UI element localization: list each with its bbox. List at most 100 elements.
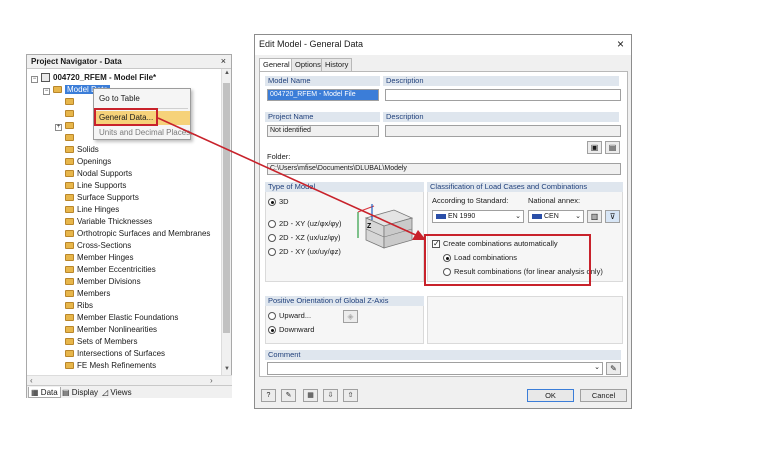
tree-item-hidden[interactable] <box>65 108 77 120</box>
model-name-input[interactable]: 004720_RFEM - Model File <box>267 89 379 101</box>
folder-icon <box>65 362 74 369</box>
vertical-scrollbar[interactable]: ▲ ▼ <box>221 69 231 375</box>
menu-item-units-decimal[interactable]: Units and Decimal Places... <box>94 126 197 140</box>
navigator-title: Project Navigator - Data <box>31 57 122 66</box>
folder-icon <box>65 158 74 165</box>
folder-path-input[interactable]: C:\Users\mfise\Documents\DLUBAL\Modely <box>267 163 621 175</box>
tree-item[interactable]: Member Divisions <box>65 276 141 288</box>
filter-icon[interactable]: ⊽ <box>605 210 620 223</box>
ok-button[interactable]: OK <box>527 389 574 402</box>
tree-root[interactable]: −004720_RFEM - Model File* <box>31 72 156 84</box>
type-2d-xz-radio[interactable] <box>268 234 276 242</box>
tab-history[interactable]: History <box>321 58 353 71</box>
tree-item[interactable]: Line Supports <box>65 180 126 192</box>
folder-settings-icon[interactable]: ▤ <box>605 141 620 154</box>
type-2d-xy-planar-label: 2D - XY (ux/uy/φz) <box>279 247 341 256</box>
tree-item[interactable]: Variable Thicknesses <box>65 216 152 228</box>
tab-general[interactable]: General <box>259 58 294 72</box>
tree-item[interactable]: Surface Supports <box>65 192 139 204</box>
folder-open-icon[interactable]: ▣ <box>587 141 602 154</box>
folder-icon <box>65 110 74 117</box>
scroll-left-icon[interactable]: ‹ <box>30 376 33 385</box>
comment-header: Comment <box>265 350 621 360</box>
collapse-icon[interactable]: − <box>31 76 38 83</box>
display-icon: ▤ <box>62 388 70 397</box>
standard-select[interactable]: EN 1990 ⌄ <box>432 210 524 223</box>
type-3d-label: 3D <box>279 197 289 206</box>
annex-label: National annex: <box>528 196 581 205</box>
tree-item[interactable]: Solids <box>65 144 99 156</box>
folder-icon <box>65 254 74 261</box>
tree-item[interactable]: Line Hinges <box>65 204 119 216</box>
z-upward-label: Upward... <box>279 311 312 320</box>
tree-item[interactable]: Members <box>65 288 110 300</box>
close-icon[interactable]: × <box>617 37 624 51</box>
tree-item[interactable]: Member Elastic Foundations <box>65 312 178 324</box>
navigator-tabs: ▦ Data ▤ Display ◿ Views <box>27 385 232 398</box>
tab-views[interactable]: ◿ Views <box>100 387 134 398</box>
tree-item[interactable]: Nodal Supports <box>65 168 132 180</box>
comment-edit-icon[interactable]: ✎ <box>606 362 621 375</box>
tree-item-hidden[interactable]: + <box>55 120 77 132</box>
views-icon: ◿ <box>102 388 109 397</box>
svg-text:Z: Z <box>367 223 372 230</box>
tree-item[interactable]: Ribs <box>65 300 93 312</box>
highlight-box-menu <box>94 108 158 126</box>
edit-icon[interactable]: ✎ <box>281 389 296 402</box>
description-header: Description <box>383 76 619 86</box>
scroll-down-icon[interactable]: ▼ <box>222 366 232 372</box>
model-3d-preview-icon: Z <box>357 204 414 249</box>
collapse-icon[interactable]: − <box>43 88 50 95</box>
folder-icon <box>65 242 74 249</box>
annex-select[interactable]: CEN ⌄ <box>528 210 584 223</box>
expand-icon[interactable]: + <box>55 124 62 131</box>
tree-item[interactable]: Orthotropic Surfaces and Membranes <box>65 228 210 240</box>
tree-item-hidden[interactable] <box>65 96 77 108</box>
horizontal-scrollbar[interactable]: ‹ › <box>27 375 232 385</box>
folder-icon <box>65 134 74 141</box>
tab-data[interactable]: ▦ Data <box>28 387 61 398</box>
type-2d-xy-planar-radio[interactable] <box>268 248 276 256</box>
tree-item[interactable]: Member Nonlinearities <box>65 324 157 336</box>
folder-icon <box>65 326 74 333</box>
description-input[interactable] <box>385 89 621 101</box>
help-icon[interactable]: ? <box>261 389 276 402</box>
tab-display[interactable]: ▤ Display <box>60 387 100 398</box>
eu-flag-icon <box>436 214 446 219</box>
import-icon[interactable]: ⇩ <box>323 389 338 402</box>
tree-item[interactable]: Openings <box>65 156 111 168</box>
z-downward-radio[interactable] <box>268 326 276 334</box>
scroll-up-icon[interactable]: ▲ <box>222 70 232 76</box>
tree-item[interactable]: FE Mesh Refinements <box>65 360 156 372</box>
tree-item[interactable]: Member Hinges <box>65 252 133 264</box>
project-description-input[interactable] <box>385 125 621 137</box>
scroll-thumb[interactable] <box>223 83 230 333</box>
scroll-right-icon[interactable]: › <box>210 376 213 385</box>
tree-item[interactable]: Intersections of Surfaces <box>65 348 165 360</box>
comment-input[interactable]: ⌄ <box>267 362 603 375</box>
close-icon[interactable]: × <box>221 56 226 66</box>
menu-item-go-to-table[interactable]: Go to Table <box>94 92 190 106</box>
project-name-input[interactable]: Not identified <box>267 125 379 137</box>
units-icon[interactable]: ▦ <box>303 389 318 402</box>
chevron-down-icon: ⌄ <box>515 213 521 220</box>
cancel-button[interactable]: Cancel <box>580 389 627 402</box>
type-of-model-header: Type of Model <box>265 182 424 192</box>
folder-icon <box>65 338 74 345</box>
folder-icon <box>65 218 74 225</box>
tree-item[interactable]: Sets of Members <box>65 336 137 348</box>
project-name-header: Project Name <box>265 112 380 122</box>
z-downward-label: Downward <box>279 325 315 334</box>
z-upward-radio[interactable] <box>268 312 276 320</box>
export-icon[interactable]: ⇧ <box>343 389 358 402</box>
type-2d-xy-radio[interactable] <box>268 220 276 228</box>
folder-icon <box>65 98 74 105</box>
z-axis-info-icon[interactable]: ◈ <box>343 310 358 323</box>
tree-item-hidden[interactable] <box>65 132 77 144</box>
standard-settings-icon[interactable]: ▥ <box>587 210 602 223</box>
type-3d-radio[interactable] <box>268 198 276 206</box>
tree-item[interactable]: Member Eccentricities <box>65 264 156 276</box>
tree-item[interactable]: Cross-Sections <box>65 240 131 252</box>
folder-icon <box>65 314 74 321</box>
tab-options[interactable]: Options <box>291 58 325 71</box>
